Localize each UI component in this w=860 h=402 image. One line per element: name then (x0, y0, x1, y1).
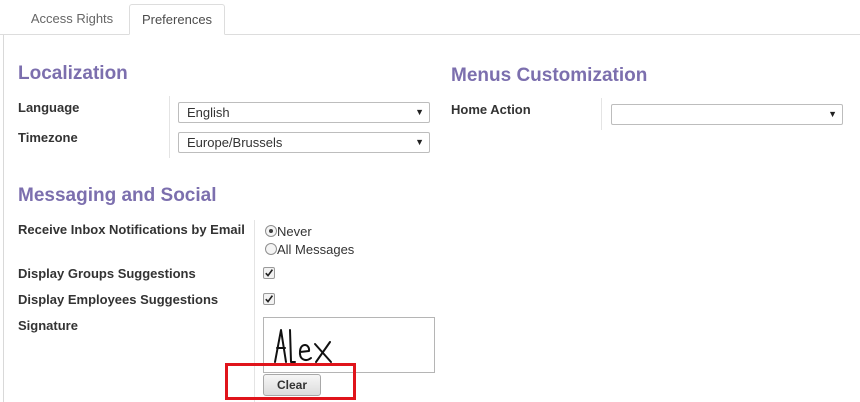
radio-never[interactable]: Never (265, 224, 312, 240)
tab-bar: Access Rights Preferences (0, 0, 860, 35)
caret-down-icon: ▼ (415, 137, 424, 147)
left-border (3, 34, 4, 402)
radio-all-messages-label: All Messages (277, 242, 355, 257)
language-select-value: English (187, 105, 230, 120)
checkmark-icon (265, 295, 274, 303)
home-action-separator (601, 98, 602, 130)
messaging-separator (254, 220, 255, 402)
caret-down-icon: ▼ (415, 107, 424, 117)
employees-suggestions-checkbox[interactable] (263, 293, 275, 305)
groups-suggestions-label: Display Groups Suggestions (18, 266, 196, 281)
preferences-page: Access Rights Preferences Localization L… (0, 0, 860, 402)
messaging-social-title: Messaging and Social (18, 185, 217, 206)
home-action-label: Home Action (451, 102, 531, 117)
timezone-select[interactable]: Europe/Brussels ▼ (178, 132, 430, 153)
timezone-separator (169, 128, 170, 158)
language-select[interactable]: English ▼ (178, 102, 430, 123)
radio-never-label: Never (277, 224, 312, 239)
clear-signature-button[interactable]: Clear (263, 374, 321, 396)
home-action-select[interactable]: ▼ (611, 104, 843, 125)
language-separator (169, 96, 170, 128)
employees-suggestions-label: Display Employees Suggestions (18, 292, 219, 307)
timezone-select-value: Europe/Brussels (187, 135, 283, 150)
caret-down-icon: ▼ (828, 109, 837, 119)
groups-suggestions-checkbox[interactable] (263, 267, 275, 279)
inbox-notifications-label: Receive Inbox Notifications by Email (18, 222, 245, 237)
radio-all-messages[interactable]: All Messages (265, 242, 354, 258)
signature-pad[interactable] (263, 317, 435, 373)
signature-label: Signature (18, 318, 78, 333)
language-label: Language (18, 100, 80, 115)
signature-drawing (274, 329, 332, 363)
tab-access-rights[interactable]: Access Rights (18, 4, 126, 34)
tab-preferences[interactable]: Preferences (129, 4, 225, 35)
timezone-label: Timezone (18, 130, 78, 145)
radio-all-messages-button[interactable] (265, 243, 277, 255)
menus-customization-title: Menus Customization (451, 65, 648, 86)
radio-never-button[interactable] (265, 225, 277, 237)
checkmark-icon (265, 269, 274, 277)
localization-title: Localization (18, 63, 128, 84)
